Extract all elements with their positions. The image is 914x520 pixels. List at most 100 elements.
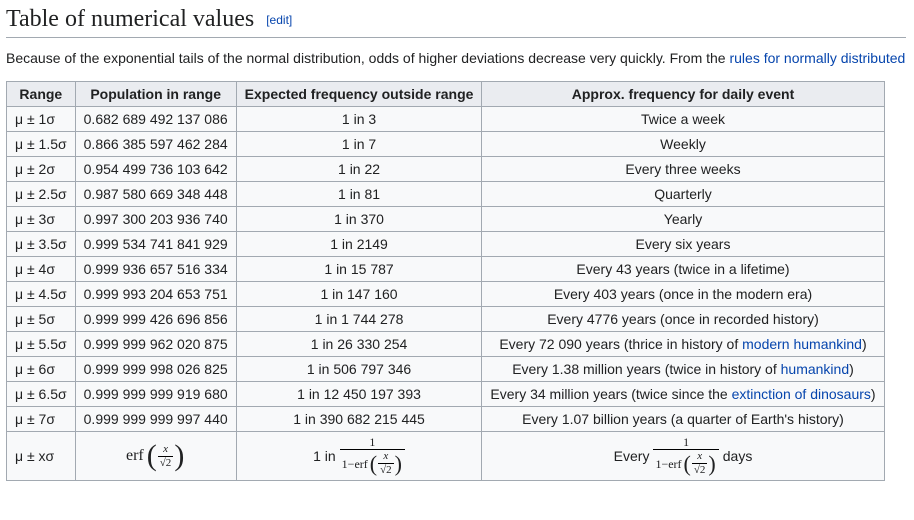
fraction-numerator: x — [158, 444, 174, 456]
cell-expected-frequency: 1 in 15 787 — [236, 257, 482, 282]
cell-expected-frequency: 1 in 22 — [236, 157, 482, 182]
cell-expected-frequency: 1 in 390 682 215 445 — [236, 407, 482, 432]
fraction-denominator: 1−erf(x√2) — [653, 449, 718, 476]
table-row: μ ± 3σ0.997 300 203 936 7401 in 370Yearl… — [7, 207, 885, 232]
one-minus-erf-label: 1−erf — [655, 458, 681, 470]
cell-range: μ ± 2.5σ — [7, 182, 76, 207]
cell-approx-frequency: Every three weeks — [482, 157, 884, 182]
cell-approx-frequency: Every 72 090 years (thrice in history of… — [482, 332, 884, 357]
approx-text-post: ) — [849, 361, 854, 377]
col-header-population: Population in range — [75, 82, 236, 107]
cell-population: 0.987 580 669 348 448 — [75, 182, 236, 207]
one-minus-erf-label: 1−erf — [342, 458, 368, 470]
cell-approx-frequency: Every 403 years (once in the modern era) — [482, 282, 884, 307]
cell-population: 0.999 999 426 696 856 — [75, 307, 236, 332]
cell-expected-frequency: 1 in 506 797 346 — [236, 357, 482, 382]
fraction-numerator: x — [378, 451, 394, 463]
table-row: μ ± 1.5σ0.866 385 597 462 2841 in 7Weekl… — [7, 132, 885, 157]
cell-expected-frequency: 1 in 1 744 278 — [236, 307, 482, 332]
edit-link[interactable]: [edit] — [266, 13, 292, 27]
erf-argument: (x√2) — [146, 441, 186, 471]
cell-approx-frequency: Weekly — [482, 132, 884, 157]
table-row: μ ± 4σ0.999 936 657 516 3341 in 15 787Ev… — [7, 257, 885, 282]
approx-formula-wrap: Every11−erf(x√2)days — [614, 436, 753, 476]
cell-population: 0.999 999 962 020 875 — [75, 332, 236, 357]
approx-link[interactable]: modern humankind — [742, 336, 862, 352]
cell-range: μ ± 4σ — [7, 257, 76, 282]
fraction-denominator: √2 — [158, 456, 174, 469]
cell-expected-frequency: 1 in 81 — [236, 182, 482, 207]
fraction-x-over-sqrt2: x√2 — [158, 444, 174, 469]
cell-expected-frequency: 1 in 2149 — [236, 232, 482, 257]
approx-text-post: ) — [871, 386, 876, 402]
cell-expected-frequency: 1 in 370 — [236, 207, 482, 232]
cell-range: μ ± 4.5σ — [7, 282, 76, 307]
cell-population: 0.999 999 998 026 825 — [75, 357, 236, 382]
approx-text-post: ) — [862, 336, 867, 352]
right-paren-icon: ) — [394, 453, 403, 475]
intro-text: Because of the exponential tails of the … — [6, 50, 729, 66]
fraction-x-over-sqrt2: x√2 — [378, 451, 394, 476]
cell-range: μ ± 5.5σ — [7, 332, 76, 357]
one-in-label: 1 in — [313, 448, 336, 464]
cell-population: 0.682 689 492 137 086 — [75, 107, 236, 132]
cell-approx-frequency: Every 43 years (twice in a lifetime) — [482, 257, 884, 282]
fraction-x-over-sqrt2: x√2 — [692, 451, 708, 476]
right-paren-icon: ) — [173, 441, 185, 471]
table-row-formula: μ ± xσerf(x√2)1 in11−erf(x√2)Every11−erf… — [7, 432, 885, 481]
expected-formula-wrap: 1 in 1 1−erf(x√2) — [313, 436, 405, 476]
fraction-numerator: x — [692, 451, 708, 463]
cell-range: μ ± 2σ — [7, 157, 76, 182]
numerical-values-table: Range Population in range Expected frequ… — [6, 81, 885, 481]
cell-population: 0.999 534 741 841 929 — [75, 232, 236, 257]
sqrt2: √2 — [694, 464, 706, 476]
cell-expected-frequency: 1 in 147 160 — [236, 282, 482, 307]
cell-population: 0.999 999 999 919 680 — [75, 382, 236, 407]
cell-population: 0.866 385 597 462 284 — [75, 132, 236, 157]
table-header-row: Range Population in range Expected frequ… — [7, 82, 885, 107]
cell-approx-frequency: Every 4776 years (once in recorded histo… — [482, 307, 884, 332]
table-row: μ ± 4.5σ0.999 993 204 653 7511 in 147 16… — [7, 282, 885, 307]
erf-label: erf — [126, 447, 144, 465]
table-row: μ ± 6σ0.999 999 998 026 8251 in 506 797 … — [7, 357, 885, 382]
table-row: μ ± 3.5σ0.999 534 741 841 9291 in 2149Ev… — [7, 232, 885, 257]
cell-population: 0.997 300 203 936 740 — [75, 207, 236, 232]
cell-range: μ ± 7σ — [7, 407, 76, 432]
cell-approx-frequency: Quarterly — [482, 182, 884, 207]
cell-population: 0.954 499 736 103 642 — [75, 157, 236, 182]
cell-expected-frequency: 1 in 26 330 254 — [236, 332, 482, 357]
left-paren-icon: ( — [369, 453, 378, 475]
every-label: Every — [614, 448, 650, 464]
table-row: μ ± 2σ0.954 499 736 103 6421 in 22Every … — [7, 157, 885, 182]
fraction-denominator: √2 — [378, 463, 394, 476]
cell-expected-frequency: 1 in 3 — [236, 107, 482, 132]
cell-population: 0.999 936 657 516 334 — [75, 257, 236, 282]
cell-population: 0.999 993 204 653 751 — [75, 282, 236, 307]
cell-range: μ ± 3.5σ — [7, 232, 76, 257]
sqrt2: √2 — [160, 457, 172, 469]
table-row: μ ± 7σ0.999 999 999 997 4401 in 390 682 … — [7, 407, 885, 432]
erf-argument: (x√2) — [369, 451, 403, 476]
approx-link[interactable]: extinction of dinosaurs — [732, 386, 871, 402]
approx-link[interactable]: humankind — [781, 361, 850, 377]
cell-approx-frequency: Yearly — [482, 207, 884, 232]
cell-approx-frequency: Every 34 million years (twice since the … — [482, 382, 884, 407]
erf-argument: (x√2) — [683, 451, 717, 476]
cell-range: μ ± 5σ — [7, 307, 76, 332]
fraction-numerator: 1 — [340, 436, 405, 449]
approx-text-pre: Every 34 million years (twice since the — [490, 386, 731, 402]
section-heading: Table of numerical values [edit] — [6, 6, 906, 38]
cell-range: μ ± 1σ — [7, 107, 76, 132]
fraction-denominator: √2 — [692, 463, 708, 476]
cell-expected-frequency: 1 in 12 450 197 393 — [236, 382, 482, 407]
cell-approx-frequency: Every 1.07 billion years (a quarter of E… — [482, 407, 884, 432]
intro-link[interactable]: rules for normally distributed — [729, 50, 905, 66]
section-title: Table of numerical values — [6, 6, 254, 32]
col-header-expected: Expected frequency outside range — [236, 82, 482, 107]
sqrt2: √2 — [380, 464, 392, 476]
intro-paragraph: Because of the exponential tails of the … — [6, 48, 906, 69]
left-paren-icon: ( — [146, 441, 158, 471]
table-row: μ ± 2.5σ0.987 580 669 348 4481 in 81Quar… — [7, 182, 885, 207]
col-header-approx: Approx. frequency for daily event — [482, 82, 884, 107]
cell-range: μ ± 6.5σ — [7, 382, 76, 407]
